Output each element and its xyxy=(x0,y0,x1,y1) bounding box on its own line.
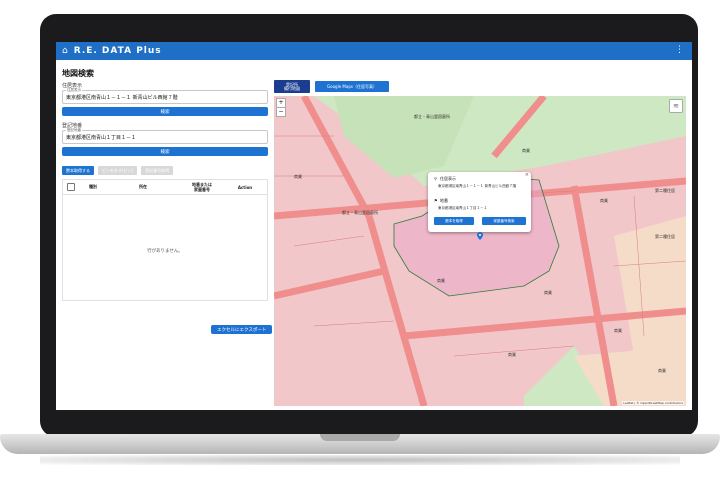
col-action: Action xyxy=(237,184,253,190)
popup-lot-label: 地番 xyxy=(440,198,448,203)
address-field[interactable]: 住居表示 東京都港区南青山１－１－１ 新青山ビル西館７階 xyxy=(62,88,268,104)
popup-pin-icon: ⚲ xyxy=(434,176,437,181)
map-attribution: Leaflet | © OpenStreetMap contributors xyxy=(622,401,684,405)
table-header: 種別 所在 地番または 家屋番号 Action xyxy=(63,180,267,195)
remove-pin-button[interactable]: ピンを外す(ピン) xyxy=(98,166,138,175)
map-label-cemetery-2: 都立・青山霊園墓所 xyxy=(342,210,378,215)
laptop-notch xyxy=(320,434,400,441)
app-screen: ⌂ R.E. DATA Plus ⋮ 地図検索 住居表示 住居表示 東京都港区南… xyxy=(56,42,692,410)
map-view[interactable]: 都立・青山霊園墓所 都立・青山霊園墓所 商業 商業 商業 商業 商業 商業 商業… xyxy=(274,96,686,406)
empty-message: 行がありません。 xyxy=(147,249,183,254)
popup-address-label: 住居表示 xyxy=(440,176,456,181)
layers-icon[interactable]: ≋ xyxy=(669,99,683,113)
home-icon: ⌂ xyxy=(62,46,68,56)
page-title: 地図検索 xyxy=(62,69,94,78)
popup-register-button[interactable]: 謄本を取得 xyxy=(434,217,474,225)
chiban-map-label: 登記所 備付地図 xyxy=(284,81,300,91)
map-label-commercial-8: 商業 xyxy=(614,328,622,333)
map-label-commercial-1: 商業 xyxy=(294,174,302,179)
lot-value: 東京都港区南青山１丁目１－１ xyxy=(66,135,137,141)
popup-house-search-button[interactable]: 家屋番号検索 xyxy=(482,217,526,225)
map-label-residential-1: 第二種住居 xyxy=(655,188,675,193)
popup-lot-value: 東京都港区南青山１丁目１－１ xyxy=(438,206,487,210)
search-panel: 地図検索 住居表示 住居表示 東京都港区南青山１－１－１ 新青山ビル西館７階 検… xyxy=(62,66,268,406)
action-buttons: 謄本取得する ピンを外す(ピン) 登記番号取得 xyxy=(62,166,268,175)
get-number-button[interactable]: 登記番号取得 xyxy=(141,166,174,175)
lot-search-button[interactable]: 検索 xyxy=(62,147,268,156)
laptop-shadow xyxy=(40,455,680,465)
location-pin-icon[interactable] xyxy=(477,232,483,240)
app-bar: ⌂ R.E. DATA Plus ⋮ xyxy=(56,42,692,60)
map-label-commercial-5: 商業 xyxy=(544,290,552,295)
map-label-cemetery-1: 都立・青山霊園墓所 xyxy=(414,114,450,119)
export-excel-button[interactable]: エクセルにエクスポート xyxy=(211,325,273,334)
results-table: 種別 所在 地番または 家屋番号 Action 行がありません。 xyxy=(62,179,268,301)
map-popup: × ⚲ 住居表示 東京都港区南青山１－１－１ 新青山ビル西館７階 ⚑ 地番 東京… xyxy=(428,172,531,232)
lot-legend: 登記地番 xyxy=(66,128,82,133)
chiban-map-button[interactable]: 登記所 備付地図 xyxy=(274,80,310,93)
map-label-commercial-3: 商業 xyxy=(600,198,608,203)
zoom-out-button[interactable]: − xyxy=(277,108,285,116)
popup-address-value: 東京都港区南青山１－１－１ 新青山ビル西館７階 xyxy=(438,184,517,188)
zoom-in-button[interactable]: + xyxy=(277,99,285,108)
map-tiles xyxy=(274,96,686,406)
address-label: 住居表示 xyxy=(62,83,83,89)
map-label-commercial-7: 商業 xyxy=(658,368,666,373)
app-title: R.E. DATA Plus xyxy=(73,46,162,56)
google-maps-button[interactable]: Google Maps（住居写真） xyxy=(315,81,389,92)
map-label-commercial-4: 商業 xyxy=(437,278,445,283)
map-label-commercial-2: 商業 xyxy=(522,148,530,153)
col-type: 種別 xyxy=(89,184,97,189)
lot-label: 登記地番 xyxy=(62,123,83,129)
col-location: 所在 xyxy=(139,184,147,189)
map-label-commercial-6: 商業 xyxy=(508,352,516,357)
address-value: 東京都港区南青山１－１－１ 新青山ビル西館７階 xyxy=(66,95,178,101)
select-all-checkbox[interactable] xyxy=(63,183,79,191)
popup-flag-icon: ⚑ xyxy=(434,198,438,203)
map-label-residential-2: 第二種住居 xyxy=(655,234,675,239)
popup-close-button[interactable]: × xyxy=(525,172,529,178)
address-search-button[interactable]: 検索 xyxy=(62,107,268,116)
address-legend: 住居表示 xyxy=(66,88,82,93)
zoom-control: + − xyxy=(276,98,286,117)
col-number: 地番または 家屋番号 xyxy=(192,182,212,192)
more-menu-icon[interactable]: ⋮ xyxy=(675,45,684,55)
get-register-button[interactable]: 謄本取得する xyxy=(62,166,94,175)
lot-field[interactable]: 登記地番 東京都港区南青山１丁目１－１ xyxy=(62,128,268,144)
